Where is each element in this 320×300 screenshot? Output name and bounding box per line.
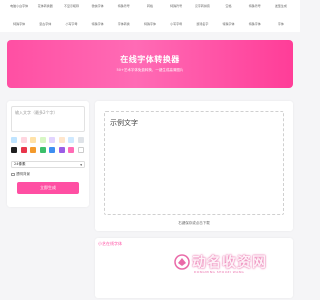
transparent-bg-toggle[interactable]: 透明背景 bbox=[11, 172, 30, 177]
chevron-down-icon: ▾ bbox=[80, 162, 82, 167]
checkbox-icon[interactable] bbox=[11, 172, 15, 177]
color-swatch[interactable] bbox=[11, 137, 17, 143]
download-hint[interactable]: 右键保存或点击下载 bbox=[95, 221, 293, 226]
transparent-bg-label: 透明背景 bbox=[16, 172, 30, 176]
hero-banner: 在线字体转换器 50+艺术字体免费转换，一键生成高清图片 bbox=[7, 40, 293, 88]
preview-area: 示例文字 bbox=[104, 111, 284, 215]
color-palette bbox=[11, 137, 85, 153]
nav-item[interactable]: 特殊符号 bbox=[111, 4, 137, 15]
hero-subtitle: 50+艺术字体免费转换，一键生成高清图片 bbox=[116, 68, 184, 72]
color-swatch[interactable] bbox=[20, 137, 27, 143]
nav-item[interactable]: 特殊字体 bbox=[85, 22, 111, 33]
nav-item[interactable]: 汉字转拼音 bbox=[189, 4, 215, 15]
nav-item[interactable]: 特殊字体 bbox=[242, 22, 268, 33]
nav-item[interactable]: 复古字体 bbox=[32, 22, 58, 33]
color-swatch[interactable] bbox=[30, 147, 36, 153]
nav-item[interactable]: 空格 bbox=[215, 4, 241, 15]
color-swatch[interactable] bbox=[58, 137, 65, 143]
nav-item[interactable]: 花体转换器 bbox=[32, 4, 58, 15]
hero-title: 在线字体转换器 bbox=[120, 55, 180, 64]
color-swatch[interactable] bbox=[11, 147, 17, 153]
bottom-link[interactable]: 小艺在线字体 bbox=[98, 241, 122, 247]
color-swatch[interactable] bbox=[68, 137, 74, 143]
nav-item[interactable]: 特殊符号 bbox=[163, 4, 189, 15]
preview-panel: 示例文字 右键保存或点击下载 bbox=[95, 101, 293, 231]
nav-item[interactable]: 游戏名字 bbox=[189, 22, 215, 33]
color-swatch[interactable] bbox=[30, 137, 36, 143]
font-size-value: 24像素 bbox=[14, 162, 26, 166]
nav-item[interactable]: 发型生成 bbox=[268, 4, 294, 15]
preview-sample-text: 示例文字 bbox=[110, 119, 138, 127]
nav-item[interactable]: 电脑小白字体 bbox=[6, 4, 32, 15]
nav-item[interactable]: 小写字母 bbox=[58, 22, 84, 33]
text-input[interactable]: 输入文字（最多2个字） bbox=[11, 106, 85, 132]
nav-item[interactable]: 特殊字体 bbox=[6, 22, 32, 33]
editor-panel: 输入文字（最多2个字） 24像素 ▾ 透明背景 立即生成 bbox=[7, 101, 89, 207]
nav-item[interactable]: 不显示昵称 bbox=[58, 4, 84, 15]
color-swatch[interactable] bbox=[39, 137, 46, 143]
font-size-select[interactable]: 24像素 ▾ bbox=[11, 161, 85, 168]
color-swatch[interactable] bbox=[77, 147, 84, 153]
color-swatch[interactable] bbox=[20, 147, 27, 153]
nav-item[interactable]: 字体 bbox=[268, 22, 294, 33]
nav-item[interactable]: 小写字母 bbox=[163, 22, 189, 33]
watermark-logo-icon bbox=[174, 254, 190, 270]
color-swatch[interactable] bbox=[58, 147, 65, 153]
color-swatch[interactable] bbox=[39, 147, 46, 153]
color-swatch[interactable] bbox=[77, 137, 84, 143]
nav-item[interactable]: 特殊符号 bbox=[242, 4, 268, 15]
nav-item[interactable]: 转格 bbox=[137, 4, 163, 15]
generate-button[interactable]: 立即生成 bbox=[17, 182, 79, 194]
color-swatch[interactable] bbox=[49, 137, 55, 143]
nav-item[interactable]: 特殊字体 bbox=[137, 22, 163, 33]
nav-item[interactable]: 微信字体 bbox=[85, 4, 111, 15]
watermark-text: 动名收资网 bbox=[192, 255, 267, 271]
nav-item[interactable]: 特殊字体 bbox=[215, 22, 241, 33]
color-swatch[interactable] bbox=[68, 147, 74, 153]
nav-item[interactable]: 字体转换 bbox=[111, 22, 137, 33]
top-navigation: 电脑小白字体 花体转换器 不显示昵称 微信字体 特殊符号 转格 特殊符号 汉字转拼音 空格 特殊符… bbox=[0, 0, 300, 32]
color-swatch[interactable] bbox=[49, 147, 55, 153]
watermark-subtext: DONGMING SHOUZI WANG bbox=[194, 270, 245, 274]
